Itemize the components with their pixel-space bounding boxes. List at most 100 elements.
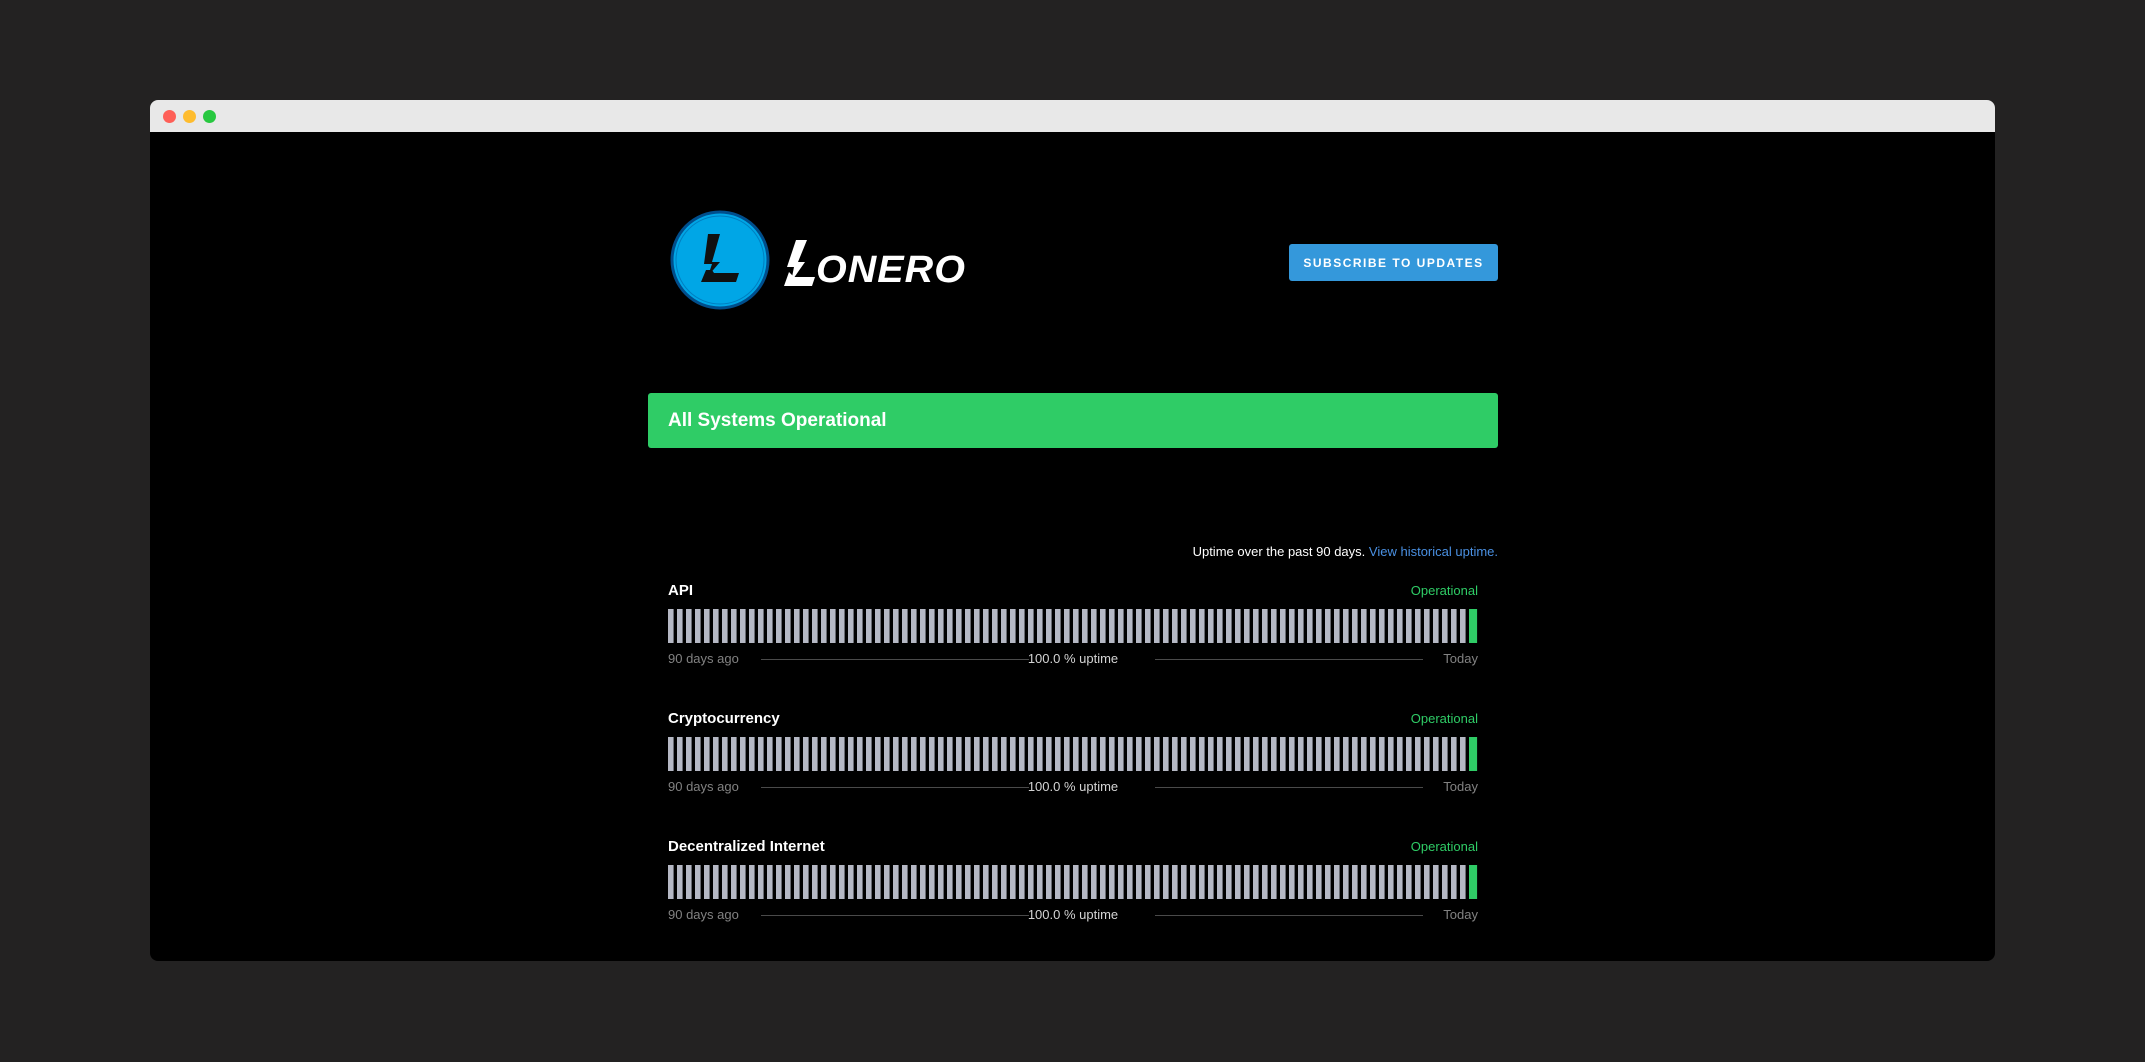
uptime-day-bar[interactable] <box>1316 737 1322 771</box>
uptime-day-bar[interactable] <box>785 865 791 899</box>
uptime-day-bar[interactable] <box>1298 737 1304 771</box>
uptime-day-bar[interactable] <box>1190 737 1196 771</box>
uptime-day-bar[interactable] <box>992 609 998 643</box>
uptime-day-bar[interactable] <box>1181 865 1187 899</box>
uptime-day-bar[interactable] <box>956 865 962 899</box>
uptime-day-bar[interactable] <box>794 737 800 771</box>
uptime-day-bar[interactable] <box>1460 737 1466 771</box>
uptime-day-bar[interactable] <box>938 865 944 899</box>
uptime-day-bar[interactable] <box>992 865 998 899</box>
uptime-day-bar[interactable] <box>1172 737 1178 771</box>
uptime-day-bar[interactable] <box>1379 609 1385 643</box>
uptime-day-bar[interactable] <box>1208 609 1214 643</box>
uptime-day-bar[interactable] <box>1109 609 1115 643</box>
uptime-day-bar[interactable] <box>1307 865 1313 899</box>
uptime-day-bar[interactable] <box>965 609 971 643</box>
uptime-day-bar[interactable] <box>893 609 899 643</box>
uptime-day-bar[interactable] <box>668 737 674 771</box>
uptime-day-bar[interactable] <box>812 865 818 899</box>
uptime-day-bar[interactable] <box>983 865 989 899</box>
uptime-day-bar[interactable] <box>929 737 935 771</box>
uptime-day-bar[interactable] <box>830 609 836 643</box>
uptime-day-bar[interactable] <box>1361 609 1367 643</box>
uptime-day-bar[interactable] <box>956 609 962 643</box>
uptime-day-bar[interactable] <box>1181 609 1187 643</box>
uptime-day-bar[interactable] <box>1469 737 1478 771</box>
uptime-day-bar[interactable] <box>1163 609 1169 643</box>
uptime-day-bar[interactable] <box>1406 737 1412 771</box>
uptime-day-bar[interactable] <box>1424 737 1430 771</box>
uptime-day-bar[interactable] <box>1244 609 1250 643</box>
uptime-day-bar[interactable] <box>767 865 773 899</box>
uptime-day-bar[interactable] <box>722 609 728 643</box>
uptime-day-bar[interactable] <box>1064 737 1070 771</box>
uptime-day-bar[interactable] <box>1433 737 1439 771</box>
uptime-day-bar[interactable] <box>857 737 863 771</box>
uptime-day-bar[interactable] <box>965 865 971 899</box>
uptime-day-bar[interactable] <box>1379 737 1385 771</box>
uptime-day-bar[interactable] <box>740 609 746 643</box>
uptime-day-bar[interactable] <box>1253 865 1259 899</box>
uptime-day-bar[interactable] <box>1415 865 1421 899</box>
uptime-day-bar[interactable] <box>1145 609 1151 643</box>
uptime-day-bar[interactable] <box>839 737 845 771</box>
uptime-day-bar[interactable] <box>731 737 737 771</box>
uptime-day-bar[interactable] <box>1100 865 1106 899</box>
uptime-day-bar[interactable] <box>902 737 908 771</box>
uptime-day-bar[interactable] <box>875 737 881 771</box>
uptime-day-bar[interactable] <box>911 737 917 771</box>
uptime-day-bar[interactable] <box>758 865 764 899</box>
uptime-day-bar[interactable] <box>1460 865 1466 899</box>
uptime-day-bar[interactable] <box>1082 737 1088 771</box>
uptime-day-bar[interactable] <box>1199 609 1205 643</box>
uptime-day-bar[interactable] <box>1316 609 1322 643</box>
uptime-day-bar[interactable] <box>740 865 746 899</box>
uptime-day-bar[interactable] <box>1433 865 1439 899</box>
uptime-day-bar[interactable] <box>1451 865 1457 899</box>
uptime-day-bar[interactable] <box>1334 609 1340 643</box>
uptime-day-bar[interactable] <box>902 865 908 899</box>
uptime-day-bar[interactable] <box>1001 865 1007 899</box>
uptime-day-bar[interactable] <box>1208 865 1214 899</box>
uptime-day-bar[interactable] <box>929 609 935 643</box>
uptime-day-bar[interactable] <box>1055 609 1061 643</box>
uptime-day-bar[interactable] <box>722 865 728 899</box>
uptime-day-bar[interactable] <box>668 865 674 899</box>
uptime-day-bar[interactable] <box>1082 609 1088 643</box>
uptime-day-bar[interactable] <box>1424 865 1430 899</box>
uptime-day-bar[interactable] <box>1046 737 1052 771</box>
maximize-window-button[interactable] <box>203 110 216 123</box>
uptime-day-bar[interactable] <box>1388 865 1394 899</box>
uptime-day-bar[interactable] <box>1343 737 1349 771</box>
uptime-day-bar[interactable] <box>866 865 872 899</box>
uptime-day-bar[interactable] <box>1010 609 1016 643</box>
uptime-day-bar[interactable] <box>974 865 980 899</box>
uptime-day-bar[interactable] <box>848 609 854 643</box>
uptime-day-bar[interactable] <box>1181 737 1187 771</box>
uptime-day-bar[interactable] <box>1271 737 1277 771</box>
uptime-day-bar[interactable] <box>686 865 692 899</box>
uptime-day-bar[interactable] <box>686 737 692 771</box>
uptime-day-bar[interactable] <box>1064 609 1070 643</box>
uptime-day-bar[interactable] <box>1037 737 1043 771</box>
uptime-day-bar[interactable] <box>704 737 710 771</box>
uptime-day-bar[interactable] <box>803 737 809 771</box>
uptime-day-bar[interactable] <box>956 737 962 771</box>
uptime-day-bar[interactable] <box>1073 865 1079 899</box>
uptime-day-bar[interactable] <box>1100 609 1106 643</box>
uptime-day-bar[interactable] <box>1424 609 1430 643</box>
uptime-day-bar[interactable] <box>1442 737 1448 771</box>
uptime-day-bar[interactable] <box>1370 737 1376 771</box>
uptime-day-bar[interactable] <box>974 737 980 771</box>
uptime-day-bar[interactable] <box>749 737 755 771</box>
uptime-day-bar[interactable] <box>1136 737 1142 771</box>
uptime-day-bar[interactable] <box>1127 865 1133 899</box>
uptime-day-bar[interactable] <box>1298 609 1304 643</box>
uptime-day-bar[interactable] <box>929 865 935 899</box>
uptime-day-bar[interactable] <box>1262 865 1268 899</box>
uptime-day-bar[interactable] <box>902 609 908 643</box>
uptime-day-bar[interactable] <box>713 737 719 771</box>
uptime-day-bar[interactable] <box>677 609 683 643</box>
uptime-day-bar[interactable] <box>1019 609 1025 643</box>
uptime-day-bar[interactable] <box>1001 609 1007 643</box>
